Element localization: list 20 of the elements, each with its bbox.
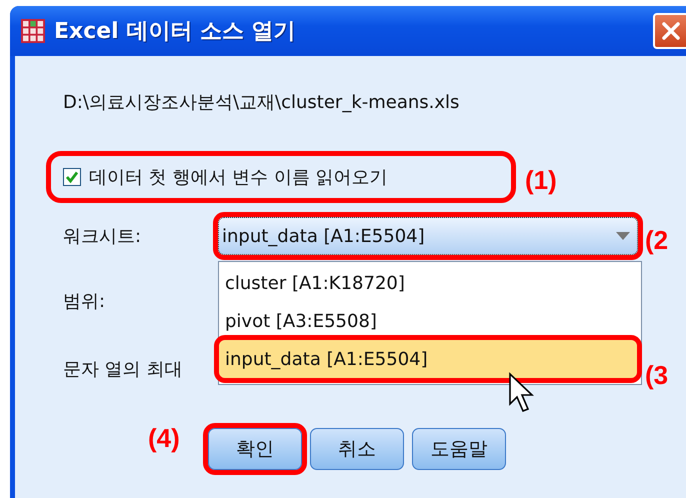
dropdown-option[interactable]: cluster [A1:K18720]	[219, 264, 641, 302]
checkbox-label: 데이터 첫 행에서 변수 이름 읽어오기	[89, 166, 388, 189]
worksheet-label: 워크시트:	[63, 225, 142, 248]
caret-icon	[615, 231, 631, 241]
spreadsheet-icon	[20, 18, 46, 44]
range-label: 범위:	[63, 290, 106, 313]
close-button[interactable]	[653, 13, 686, 49]
dialog-button[interactable]: 도움말	[412, 428, 506, 470]
annotation-label: (2	[645, 225, 668, 256]
dropdown-option[interactable]: input_data [A1:E5504]	[219, 340, 637, 378]
max-width-label: 문자 열의 최대	[63, 358, 182, 381]
dropdown-option[interactable]: pivot [A3:E5508]	[219, 302, 641, 340]
annotation-label: (1)	[525, 165, 557, 196]
file-path: D:\의료시장조사분석\교재\cluster_k-means.xls	[63, 91, 460, 114]
window-title: Excel 데이터 소스 열기	[54, 18, 296, 46]
close-icon	[660, 20, 682, 42]
annotation-label: (3	[645, 360, 668, 391]
checkbox[interactable]	[63, 168, 81, 186]
dialog-button[interactable]: 취소	[310, 428, 404, 470]
annotation-label: (4)	[148, 423, 180, 454]
